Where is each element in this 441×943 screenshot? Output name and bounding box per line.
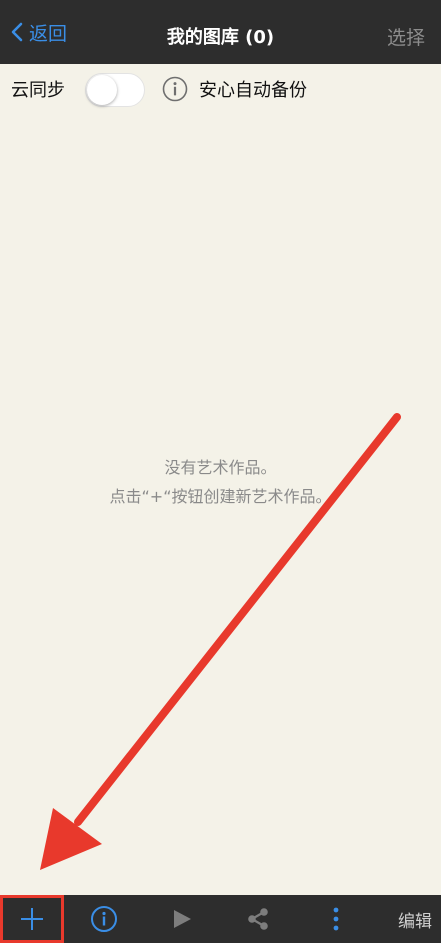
back-label: 返回 [29,22,68,45]
info-icon [91,906,117,932]
bottom-toolbar: 编辑 [0,895,441,943]
share-icon [248,908,268,930]
plus-icon [21,908,43,930]
more-button[interactable] [326,895,346,943]
cloud-sync-toggle[interactable] [85,73,145,107]
cloud-sync-label: 云同步 [11,80,65,101]
info-button[interactable] [86,895,122,943]
add-artwork-button[interactable] [0,895,64,943]
edit-button[interactable]: 编辑 [392,895,438,943]
empty-state-line-2: 点击“+“按钮创建新艺术作品。 [109,487,332,506]
navigation-bar: 返回 我的图库 (0) 选择 [0,0,441,64]
play-icon [174,910,191,928]
toggle-knob [87,75,117,105]
empty-state-message: 没有艺术作品。 点击“+“按钮创建新艺术作品。 [0,453,441,511]
back-button[interactable]: 返回 [10,14,67,50]
more-vertical-icon [333,907,339,931]
select-button[interactable]: 选择 [387,14,425,50]
auto-backup-label: 安心自动备份 [199,80,307,101]
chevron-left-icon [11,22,23,42]
backup-info-icon[interactable] [162,76,188,102]
play-button[interactable] [166,895,198,943]
empty-state-line-1: 没有艺术作品。 [164,458,277,477]
cloud-sync-row: 云同步 安心自动备份 [0,64,441,114]
share-button[interactable] [242,895,274,943]
